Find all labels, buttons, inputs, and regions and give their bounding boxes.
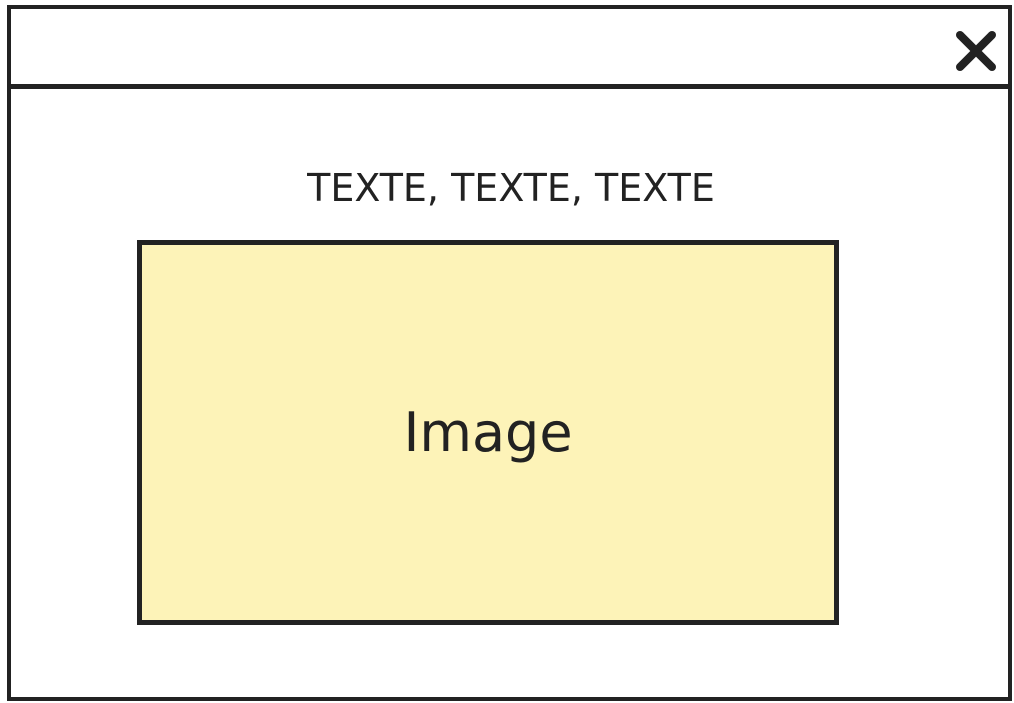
close-icon bbox=[956, 31, 996, 71]
close-button[interactable] bbox=[954, 29, 998, 73]
dialog-window: TEXTE, TEXTE, TEXTE Image bbox=[7, 5, 1012, 701]
image-placeholder: Image bbox=[137, 240, 839, 625]
dialog-titlebar bbox=[11, 9, 1008, 89]
image-placeholder-label: Image bbox=[403, 401, 573, 464]
dialog-caption: TEXTE, TEXTE, TEXTE bbox=[307, 166, 715, 210]
